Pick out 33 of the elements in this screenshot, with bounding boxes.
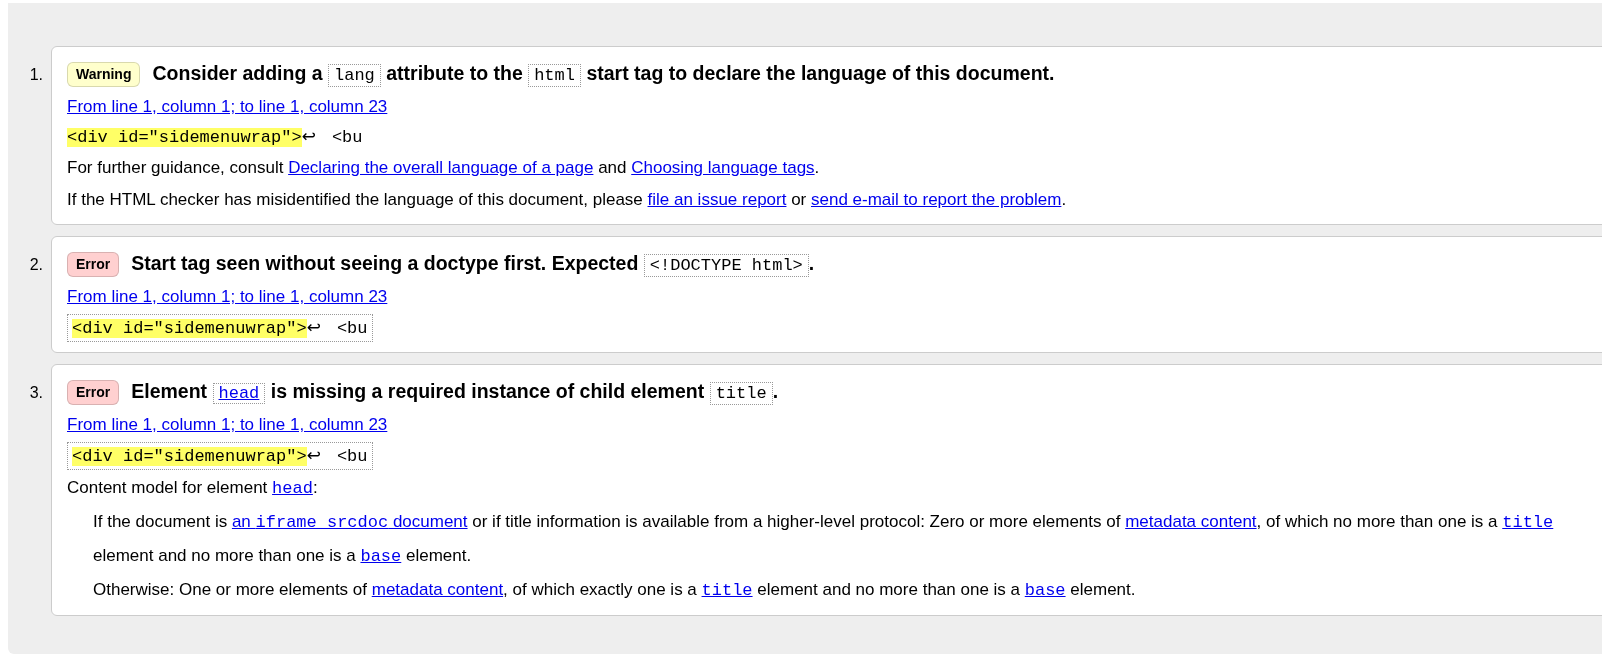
severity-badge: Error: [67, 379, 120, 405]
severity-badge: Warning: [67, 61, 141, 87]
link[interactable]: metadata content: [371, 580, 504, 599]
link[interactable]: title: [701, 581, 753, 600]
paragraph: If the HTML checker has misidentified the language of this document, please file an issue report or send e-mail to report the problem.: [67, 189, 1068, 211]
severity-badge: Error: [67, 251, 120, 277]
paragraph: For further guidance, consult Declaring the overall language of a page and Choosing language tags.: [67, 157, 821, 179]
link[interactable]: head: [212, 383, 266, 405]
message-number: 2.: [28, 255, 44, 275]
location-link[interactable]: From line 1, column 1; to line 1, column 23: [67, 415, 388, 434]
link[interactable]: an iframe srcdoc document: [231, 512, 468, 531]
link[interactable]: Declaring the overall language of a page: [288, 158, 594, 177]
link[interactable]: send e-mail to report the problem: [811, 190, 1062, 209]
message-number: 1.: [28, 65, 44, 85]
link[interactable]: base: [360, 547, 402, 566]
source-extract: <div id="sidemenuwrap">↩ <bu: [67, 442, 373, 470]
source-extract: <div id="sidemenuwrap">↩ <bu: [67, 314, 373, 342]
location-link[interactable]: From line 1, column 1; to line 1, column 23: [67, 97, 388, 116]
link[interactable]: head: [272, 479, 313, 498]
paragraph: Otherwise: One or more elements of metadata content, of which exactly one is a title element and no more than one is a base element.: [92, 579, 1137, 602]
link[interactable]: base: [1024, 581, 1066, 600]
message-number: 3.: [28, 383, 44, 403]
source-extract: <div id="sidemenuwrap">↩ <bu: [67, 125, 363, 149]
message-title: Consider adding a lang attribute to the html start tag to declare the language of this document.: [152, 61, 1055, 89]
paragraph: If the document is an iframe srcdoc document or if title information is available from a higher-level protocol: Zero or more elements of metadata content, of which no more than one is a title element and no more than one is a base element.: [92, 511, 1555, 568]
link[interactable]: Choosing language tags: [631, 158, 815, 177]
message-title: Start tag seen without seeing a doctype first. Expected <!DOCTYPE html> .: [131, 251, 815, 279]
link[interactable]: title: [1502, 513, 1554, 532]
message-title: Element head is missing a required instance of child element title .: [131, 379, 779, 407]
paragraph: Content model for element head:: [67, 477, 319, 500]
location-link[interactable]: From line 1, column 1; to line 1, column 23: [67, 287, 388, 306]
link[interactable]: file an issue report: [647, 190, 787, 209]
link[interactable]: metadata content: [1125, 512, 1257, 531]
